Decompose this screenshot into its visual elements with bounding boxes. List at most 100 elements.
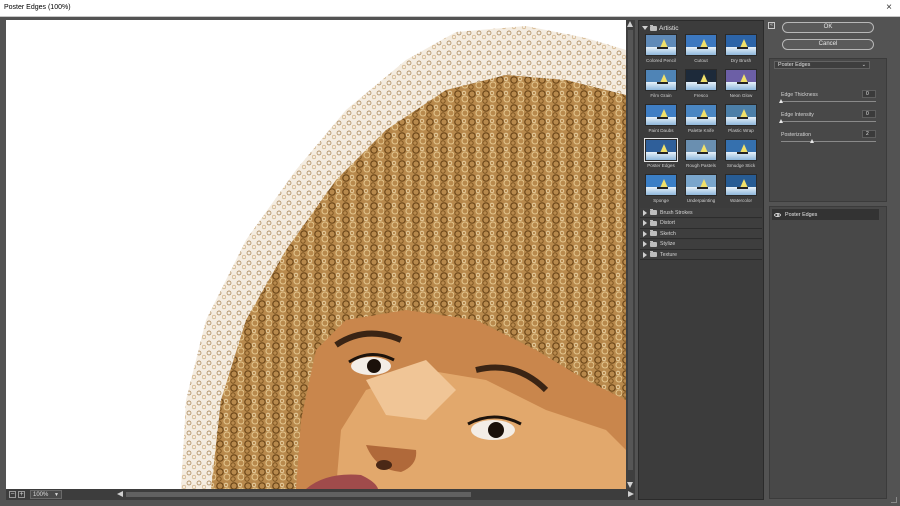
ok-button[interactable]: OK bbox=[782, 22, 874, 33]
scroll-up-icon[interactable] bbox=[627, 21, 633, 27]
parameter-control: Posterization 2 bbox=[778, 130, 876, 152]
preview-horizontal-scrollbar[interactable] bbox=[116, 490, 635, 499]
vertical-scroll-thumb[interactable] bbox=[628, 30, 633, 470]
filter-thumbnail[interactable]: Neon Glow bbox=[722, 69, 760, 101]
filter-preview-image bbox=[685, 104, 717, 126]
category-row[interactable]: Sketch bbox=[640, 229, 762, 239]
filter-thumbnail[interactable]: Poster Edges bbox=[642, 138, 680, 171]
parameter-label: Posterization bbox=[781, 132, 811, 138]
filter-thumbnail[interactable]: Paint Daubs bbox=[642, 104, 680, 136]
filter-preview-image bbox=[685, 34, 717, 56]
folder-icon bbox=[650, 230, 657, 236]
folder-icon bbox=[650, 240, 657, 247]
filter-thumbnail-label: Smudge Stick bbox=[726, 163, 756, 168]
folder-icon bbox=[650, 24, 657, 31]
zoom-level-value: 100% bbox=[33, 492, 49, 498]
collapsed-triangle-icon bbox=[643, 251, 647, 258]
filter-thumbnail[interactable]: Smudge Stick bbox=[722, 139, 760, 171]
filter-thumbnail[interactable]: Palette Knife bbox=[682, 104, 720, 136]
filter-thumbnail-label: Fresco bbox=[693, 93, 709, 98]
filter-thumbnail-label: Rough Pastels bbox=[686, 163, 716, 168]
filter-thumbnail[interactable]: Dry Brush bbox=[722, 34, 760, 66]
expanded-triangle-icon bbox=[642, 26, 648, 30]
filter-thumbnail[interactable]: Plastic Wrap bbox=[722, 104, 760, 136]
parameter-label: Edge Thickness bbox=[781, 92, 818, 98]
scroll-left-icon[interactable] bbox=[117, 491, 123, 497]
category-row[interactable]: Texture bbox=[640, 250, 762, 260]
filter-thumbnail[interactable]: Underpainting bbox=[682, 174, 720, 206]
filter-settings-panel: Poster Edges ⌄ Edge Thickness 0 Edge Inten… bbox=[769, 58, 887, 202]
filter-thumbnail-label: Cutout bbox=[694, 58, 708, 63]
filter-thumbnail-label: Watercolor bbox=[729, 198, 753, 203]
filter-thumbnail-label: Colored Pencil bbox=[646, 58, 676, 63]
filter-select[interactable]: Poster Edges ⌄ bbox=[774, 61, 870, 69]
folder-icon bbox=[650, 251, 657, 257]
filter-thumbnail[interactable]: Sponge bbox=[642, 174, 680, 206]
category-label: Stylize bbox=[660, 241, 676, 247]
folder-icon bbox=[650, 219, 657, 226]
filter-preview-image bbox=[644, 138, 678, 162]
filter-thumbnail-label: Dry Brush bbox=[730, 58, 752, 63]
collapsed-triangle-icon bbox=[643, 220, 647, 226]
zoom-in-button[interactable]: + bbox=[18, 491, 25, 498]
filter-gallery: Artistic Colored Pencil Cutout Dry Brush Fi… bbox=[638, 20, 764, 500]
filter-preview-image bbox=[685, 174, 717, 196]
parameter-slider-track[interactable] bbox=[781, 121, 876, 122]
collapsed-triangle-icon bbox=[643, 241, 647, 247]
category-row[interactable]: Brush Strokes bbox=[640, 208, 762, 218]
title-bar: Poster Edges (100%) × bbox=[0, 0, 900, 17]
close-icon[interactable]: × bbox=[882, 2, 896, 14]
collapsed-triangle-icon bbox=[643, 209, 647, 216]
effect-layer-row[interactable]: Poster Edges bbox=[772, 209, 879, 220]
horizontal-scroll-thumb[interactable] bbox=[126, 492, 471, 497]
collapsed-triangle-icon bbox=[643, 230, 647, 237]
parameter-value-field[interactable]: 0 bbox=[862, 110, 876, 118]
filter-preview-image bbox=[645, 174, 677, 196]
category-row[interactable]: Stylize bbox=[640, 239, 762, 250]
parameter-control: Edge Thickness 0 bbox=[778, 90, 876, 112]
collapse-gallery-button[interactable]: « bbox=[768, 22, 775, 29]
filter-select-value: Poster Edges bbox=[778, 62, 811, 68]
filter-thumbnail[interactable]: Fresco bbox=[682, 69, 720, 101]
category-label: Sketch bbox=[660, 230, 676, 237]
filter-thumbnail[interactable]: Watercolor bbox=[722, 174, 760, 206]
filter-thumbnail-label: Neon Glow bbox=[729, 93, 753, 98]
filter-thumbnail-label: Plastic Wrap bbox=[728, 128, 754, 133]
zoom-level-select[interactable]: 100% ▼ bbox=[30, 490, 62, 499]
parameter-control: Edge Intensity 0 bbox=[778, 110, 876, 132]
folder-icon bbox=[650, 209, 657, 215]
visibility-eye-icon[interactable] bbox=[774, 212, 781, 217]
parameter-slider-knob[interactable] bbox=[779, 99, 783, 103]
scroll-down-icon[interactable] bbox=[627, 482, 633, 488]
preview-bottom-bar: − + 100% ▼ bbox=[6, 489, 635, 500]
cancel-button[interactable]: Cancel bbox=[782, 39, 874, 50]
filter-preview-image bbox=[645, 104, 677, 126]
filter-thumbnail[interactable]: Colored Pencil bbox=[642, 34, 680, 66]
category-label: Brush Strokes bbox=[660, 209, 693, 216]
preview-vertical-scrollbar[interactable] bbox=[626, 20, 635, 489]
filter-preview-image bbox=[725, 69, 757, 91]
filter-preview-image bbox=[645, 69, 677, 91]
filter-thumbnail-label: Poster Edges bbox=[647, 163, 675, 168]
parameter-value-field[interactable]: 0 bbox=[862, 90, 876, 98]
zoom-out-button[interactable]: − bbox=[9, 491, 16, 498]
filter-gallery-dialog: − + 100% ▼ Artistic Colored Pencil Cutout… bbox=[0, 17, 900, 506]
parameter-slider-track[interactable] bbox=[781, 101, 876, 102]
category-row[interactable]: Distort bbox=[640, 218, 762, 229]
scroll-right-icon[interactable] bbox=[628, 491, 634, 497]
resize-grip-icon[interactable] bbox=[891, 497, 897, 503]
preview-canvas[interactable] bbox=[6, 20, 626, 489]
parameter-slider-knob[interactable] bbox=[779, 119, 783, 123]
filter-thumbnail-label: Underpainting bbox=[686, 198, 716, 203]
parameter-slider-track[interactable] bbox=[781, 141, 876, 142]
filter-thumbnail[interactable]: Rough Pastels bbox=[682, 139, 720, 171]
filter-thumbnail[interactable]: Film Grain bbox=[642, 69, 680, 101]
filter-thumbnail[interactable]: Cutout bbox=[682, 34, 720, 66]
parameter-slider-knob[interactable] bbox=[809, 139, 814, 143]
effect-layer-label: Poster Edges bbox=[785, 211, 818, 218]
filter-preview-image bbox=[725, 34, 757, 56]
parameter-value-field[interactable]: 2 bbox=[862, 130, 876, 138]
category-label: Artistic bbox=[659, 24, 679, 32]
category-artistic[interactable]: Artistic bbox=[642, 24, 679, 32]
category-label: Distort bbox=[660, 220, 675, 226]
